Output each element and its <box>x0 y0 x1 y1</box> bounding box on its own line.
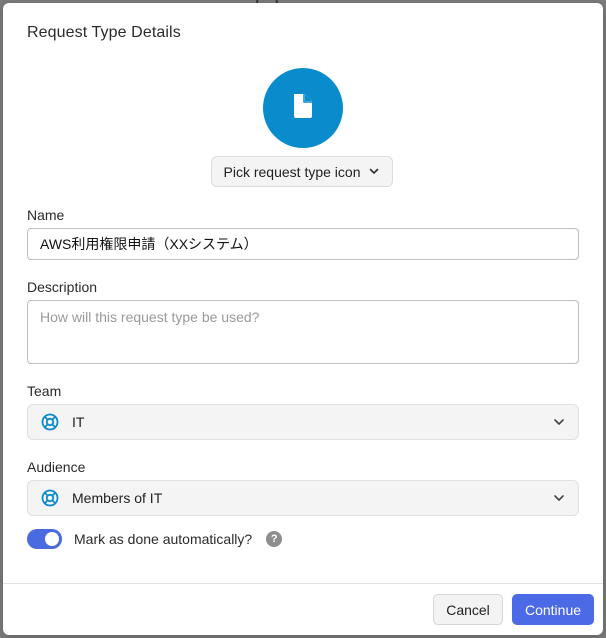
help-icon[interactable]: ? <box>266 531 283 547</box>
pick-icon-label: Pick request type icon <box>223 163 361 180</box>
chevron-down-icon <box>368 164 380 180</box>
team-select-value: IT <box>72 414 85 430</box>
name-input-value: AWS利用権限申請（XXシステム） <box>40 236 258 252</box>
auto-done-toggle[interactable] <box>27 529 62 549</box>
description-placeholder: How will this request type be used? <box>40 309 260 325</box>
team-label: Team <box>27 383 62 399</box>
request-type-details-dialog: Request Type Details Pick request type i… <box>3 3 603 635</box>
audience-label: Audience <box>27 459 86 475</box>
auto-done-row: Mark as done automatically? ? <box>27 527 283 551</box>
toggle-knob <box>45 532 59 546</box>
cancel-button[interactable]: Cancel <box>433 594 503 625</box>
request-type-icon-preview <box>263 68 343 148</box>
team-select[interactable]: IT <box>27 404 579 440</box>
audience-select-value: Members of IT <box>72 490 163 506</box>
chevron-down-icon <box>552 491 566 505</box>
chevron-down-icon <box>552 415 566 429</box>
description-textarea[interactable]: How will this request type be used? <box>27 300 579 364</box>
lifebuoy-icon <box>40 412 60 432</box>
pick-request-type-icon-button[interactable]: Pick request type icon <box>211 156 393 187</box>
name-label: Name <box>27 207 65 223</box>
dialog-title: Request Type Details <box>27 24 181 41</box>
description-label: Description <box>27 279 98 295</box>
name-input[interactable]: AWS利用権限申請（XXシステム） <box>27 228 579 260</box>
audience-select[interactable]: Members of IT <box>27 480 579 516</box>
continue-button[interactable]: Continue <box>512 594 594 625</box>
auto-done-label: Mark as done automatically? <box>74 531 253 547</box>
footer-divider <box>3 583 603 584</box>
document-icon <box>288 91 318 126</box>
lifebuoy-icon <box>40 488 60 508</box>
